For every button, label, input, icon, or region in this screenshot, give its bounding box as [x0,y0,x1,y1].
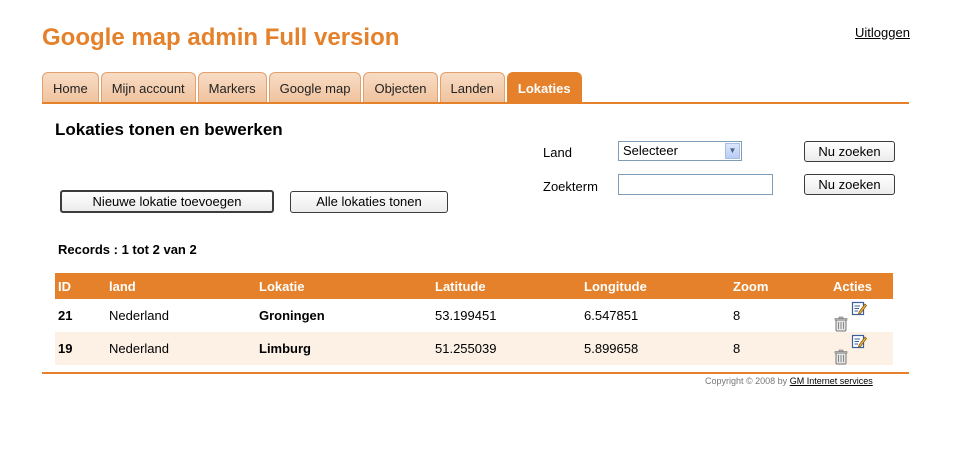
records-count: Records : 1 tot 2 van 2 [58,242,197,257]
cell-id: 19 [55,332,109,366]
col-header-land: land [109,273,259,299]
search-term-button[interactable]: Nu zoeken [804,174,895,195]
tab-lokaties[interactable]: Lokaties [506,72,582,103]
edit-icon[interactable] [851,300,867,316]
cell-latitude: 51.255039 [435,332,584,366]
tab-objecten[interactable]: Objecten [363,72,438,103]
land-select-value: Selecteer [623,143,678,158]
footer-divider [42,372,909,374]
col-header-latitude: Latitude [435,273,584,299]
cell-land: Nederland [109,308,169,324]
tab-divider [42,102,909,104]
cell-lokatie: Groningen [259,308,325,324]
cell-lokatie: Limburg [259,332,435,366]
tab-bar: Home Mijn account Markers Google map Obj… [42,72,584,103]
zoekterm-input[interactable] [618,174,773,195]
table-row: 19 Nederland Limburg 51.255039 5.899658 … [55,332,893,366]
land-select[interactable]: Selecteer ▼ [618,141,742,161]
cell-actions [833,332,893,366]
col-header-longitude: Longitude [584,273,733,299]
tab-landen[interactable]: Landen [439,72,505,103]
col-header-id: ID [55,273,109,299]
footer: Copyright © 2008 by GM Internet services [705,376,873,386]
edit-icon[interactable] [851,333,867,349]
show-all-locations-button[interactable]: Alle lokaties tonen [290,191,448,213]
cell-latitude: 53.199451 [435,308,497,324]
search-land-button[interactable]: Nu zoeken [804,141,895,162]
col-header-zoom: Zoom [733,273,833,299]
table-row: 21 Nederland Groningen 53.199451 6.54785… [55,299,893,332]
table-header-row: ID land Lokatie Latitude Longitude Zoom … [55,273,893,299]
col-header-lokatie: Lokatie [259,273,435,299]
copyright-text: Copyright © 2008 by [705,376,788,386]
land-label: Land [543,145,572,160]
trash-icon[interactable] [833,316,849,332]
add-location-button[interactable]: Nieuwe lokatie toevoegen [60,190,274,213]
company-link[interactable]: GM Internet services [790,376,873,386]
zoekterm-label: Zoekterm [543,179,598,194]
col-header-acties: Acties [833,273,893,299]
tab-mijn-account[interactable]: Mijn account [100,72,196,103]
tab-home[interactable]: Home [42,72,99,103]
cell-actions [833,299,893,332]
logout-link[interactable]: Uitloggen [855,25,910,40]
cell-zoom: 8 [733,308,741,324]
cell-longitude: 5.899658 [584,332,733,366]
cell-longitude: 6.547851 [584,308,639,324]
section-heading: Lokaties tonen en bewerken [55,120,283,139]
page-title: Google map admin Full version [42,24,400,51]
tab-google-map[interactable]: Google map [268,72,362,103]
tab-markers[interactable]: Markers [197,72,267,103]
cell-zoom: 8 [733,332,833,366]
trash-icon[interactable] [833,349,849,365]
cell-land: Nederland [109,332,259,366]
locations-table: ID land Lokatie Latitude Longitude Zoom … [55,273,893,366]
cell-id: 21 [58,308,73,324]
dropdown-arrow-icon[interactable]: ▼ [725,143,740,159]
